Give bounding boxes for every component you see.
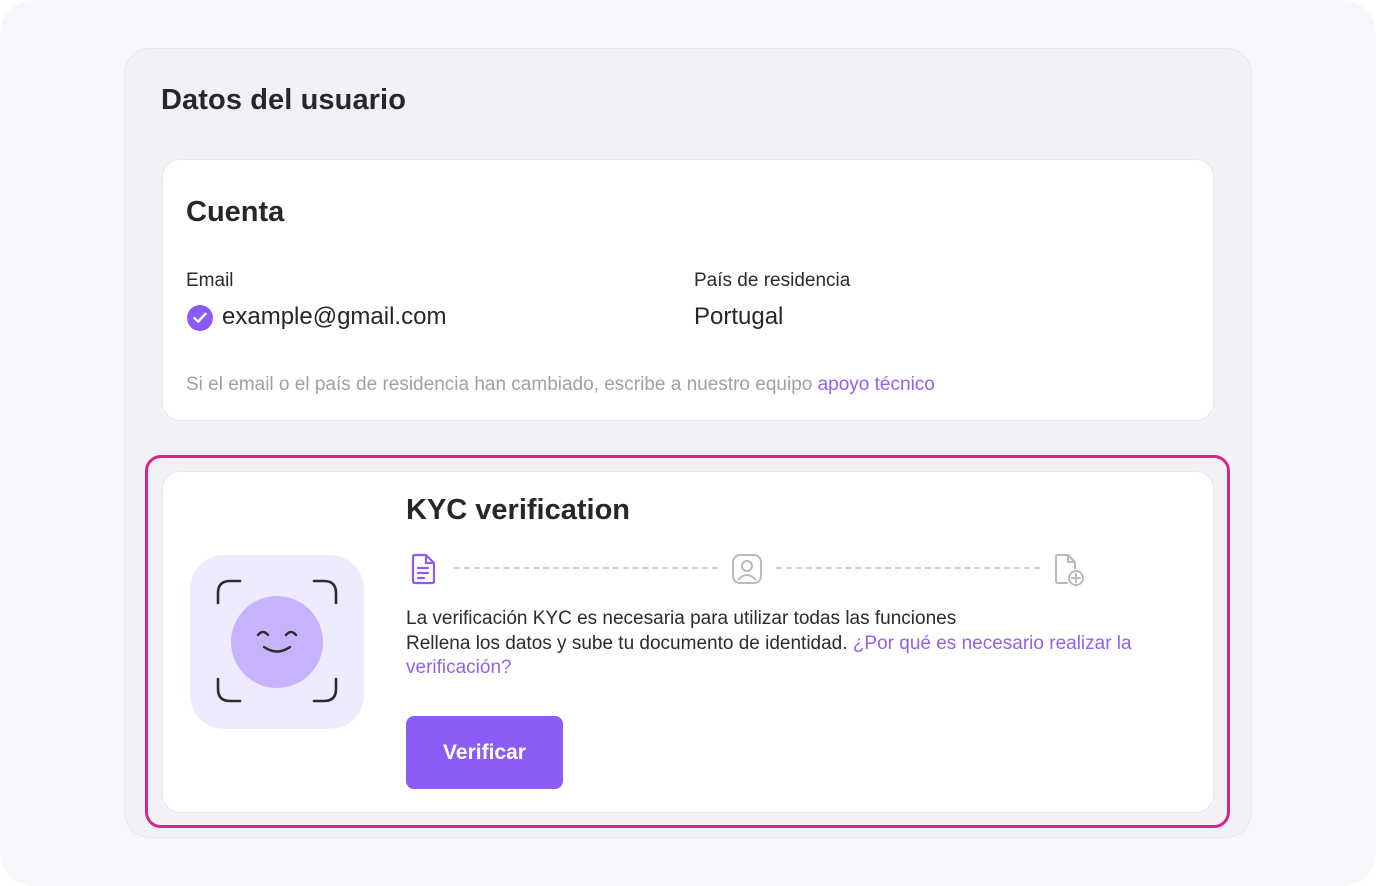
email-value: example@gmail.com <box>222 303 447 330</box>
step-connector <box>776 567 1040 569</box>
check-circle-icon <box>187 305 213 331</box>
face-scan-icon <box>216 579 338 703</box>
account-title: Cuenta <box>186 196 285 228</box>
support-note-text: Si el email o el país de residencia han … <box>186 374 818 395</box>
country-label: País de residencia <box>694 270 851 291</box>
support-note: Si el email o el país de residencia han … <box>186 374 935 396</box>
kyc-description-line2: Rellena los datos y sube tu documento de… <box>406 632 853 654</box>
support-link[interactable]: apoyo técnico <box>818 374 935 395</box>
step-connector <box>454 567 718 569</box>
file-add-icon <box>1055 554 1084 586</box>
country-value: Portugal <box>694 303 784 330</box>
email-label: Email <box>186 270 234 291</box>
page-title: Datos del usuario <box>161 84 407 116</box>
verify-button[interactable]: Verificar <box>406 716 563 789</box>
kyc-title: KYC verification <box>406 494 630 526</box>
kyc-description-line1: La verificación KYC es necesaria para ut… <box>406 608 957 629</box>
user-portrait-icon <box>732 554 762 584</box>
kyc-description: La verificación KYC es necesaria para ut… <box>406 607 1196 681</box>
document-icon <box>411 553 436 585</box>
face-scan-illustration <box>190 555 364 729</box>
